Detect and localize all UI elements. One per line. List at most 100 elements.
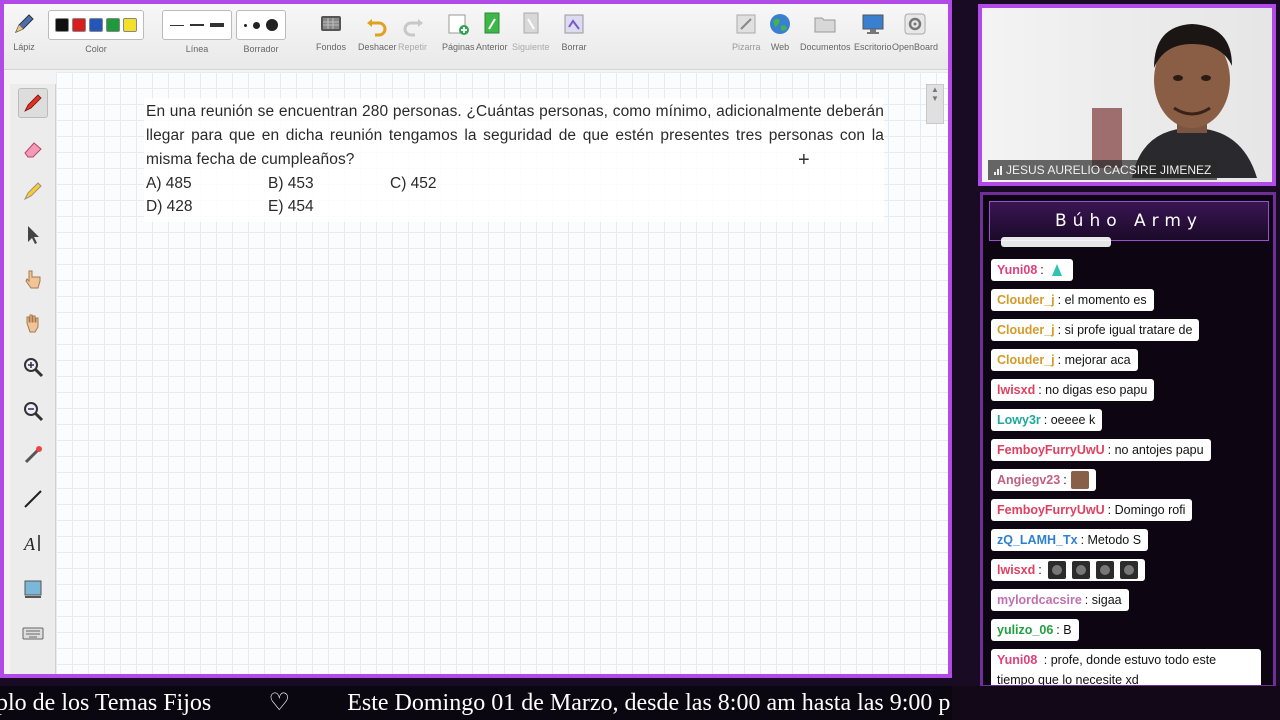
select-tool-button[interactable] (18, 220, 48, 250)
whiteboard-window: Lápiz Color Línea Borrador Fondos Deshac… (0, 0, 952, 678)
previous-page-label: Anterior (476, 42, 508, 52)
keyboard-button[interactable] (18, 618, 48, 648)
backgrounds-button[interactable]: Fondos (316, 10, 346, 52)
laser-pointer-button[interactable] (18, 440, 48, 470)
color-swatch-black[interactable] (55, 18, 69, 32)
chat-message: lwisxd : no digas eso papu (991, 379, 1155, 401)
news-ticker: plo de los Temas Fijos ♡ Este Domingo 01… (0, 686, 952, 720)
stream-layout: Lápiz Color Línea Borrador Fondos Deshac… (0, 0, 1280, 720)
chat-message: Clouder_j : si profe igual tratare de (991, 319, 1200, 341)
backgrounds-label: Fondos (316, 42, 347, 52)
openboard-label: OpenBoard (892, 42, 939, 52)
red-pen-icon (24, 94, 42, 112)
chat-text: : (1040, 263, 1044, 277)
pages-icon (444, 10, 472, 38)
text-tool-button[interactable]: A (18, 528, 48, 558)
line-label: Línea (185, 44, 209, 54)
chat-username: Angiegv23 (997, 473, 1061, 487)
color-swatch-blue[interactable] (89, 18, 103, 32)
previous-page-button[interactable]: Anterior (476, 10, 508, 52)
zoom-in-icon (24, 358, 44, 378)
chat-username: Lowy3r (997, 413, 1041, 427)
pen-icon (10, 10, 38, 38)
eraser-tool-button[interactable] (18, 134, 48, 164)
desktop-button[interactable]: Escritorio (854, 10, 892, 52)
documents-button[interactable]: Documentos (800, 10, 851, 52)
line-tool-button[interactable] (18, 484, 48, 514)
clipped-message (1001, 237, 1111, 247)
chat-message: Angiegv23 : (991, 469, 1096, 491)
option-a: A) 485 (146, 175, 192, 192)
web-button[interactable]: Web (766, 10, 794, 52)
eraser-medium-button[interactable] (253, 21, 260, 29)
backgrounds-icon (317, 10, 345, 38)
board-label: Pizarra (732, 42, 761, 52)
chat-message: Clouder_j : mejorar aca (991, 349, 1138, 371)
eraser-large-button[interactable] (266, 19, 278, 31)
line-width-options (162, 10, 232, 40)
presenter-name-tag: JESUS AURELIO CACSIRE JIMENEZ (988, 160, 1218, 180)
chat-username: Clouder_j (997, 323, 1055, 337)
capture-icon (24, 580, 42, 598)
line-medium-button[interactable] (190, 24, 204, 26)
clear-label: Borrar (561, 42, 587, 52)
photo-emote-icon (1070, 471, 1089, 489)
heart-icon: ♡ (268, 690, 290, 716)
line-width-picker: Línea (162, 10, 232, 54)
bottom-right-panel (952, 686, 1280, 720)
highlighter-tool-button[interactable] (18, 176, 48, 206)
undo-button[interactable]: Deshacer (358, 10, 397, 52)
eraser-icon (24, 142, 42, 158)
capture-tool-button[interactable] (18, 574, 48, 604)
undo-label: Deshacer (358, 42, 397, 52)
ticker-right-text: Este Domingo 01 de Marzo, desde las 8:00… (347, 690, 951, 716)
line-tool-icon (24, 490, 42, 508)
chat-username: zQ_LAMH_Tx (997, 533, 1078, 547)
previous-page-icon (478, 10, 506, 38)
zoom-in-button[interactable] (18, 352, 48, 382)
color-swatch-yellow[interactable] (123, 18, 137, 32)
chat-message: Clouder_j : el momento es (991, 289, 1154, 311)
color-swatch-green[interactable] (106, 18, 120, 32)
zoom-out-button[interactable] (18, 396, 48, 426)
chat-text: : el momento es (1057, 293, 1147, 307)
next-page-button[interactable]: Siguiente (512, 10, 550, 52)
page-scroll-handle[interactable]: ▲ ▼ (926, 84, 944, 124)
interact-tool-button[interactable] (18, 264, 48, 294)
laser-pointer-icon (24, 446, 42, 464)
chat-text: : Domingo rofi (1107, 503, 1186, 517)
color-swatch-red[interactable] (72, 18, 86, 32)
eraser-small-button[interactable] (244, 23, 247, 27)
text-tool-icon: A (23, 534, 40, 554)
chat-text: : mejorar aca (1057, 353, 1131, 367)
redo-button[interactable]: Repetir (398, 10, 427, 52)
ticker-left-text: plo de los Temas Fijos (0, 690, 212, 716)
line-thick-button[interactable] (210, 23, 224, 27)
next-page-icon (517, 10, 545, 38)
whiteboard-canvas[interactable]: En una reunión se encuentran 280 persona… (56, 72, 948, 674)
chat-text: : Metodo S (1080, 533, 1142, 547)
emote-icon (1119, 561, 1138, 579)
openboard-menu-button[interactable]: OpenBoard (892, 10, 938, 52)
pages-button[interactable]: Páginas (442, 10, 475, 52)
highlighter-icon (23, 182, 42, 201)
hand-tool-button[interactable] (18, 308, 48, 338)
chat-message: zQ_LAMH_Tx : Metodo S (991, 529, 1149, 551)
folder-icon (811, 10, 839, 38)
clear-button[interactable]: Borrar (560, 10, 588, 52)
option-c: C) 452 (390, 175, 437, 192)
board-icon (732, 10, 760, 38)
option-e: E) 454 (268, 198, 314, 215)
line-thin-button[interactable] (170, 24, 184, 26)
emote-icon (1047, 561, 1066, 579)
pen-tool[interactable]: Lápiz (10, 10, 38, 52)
chat-username: mylordcacsire (997, 593, 1082, 607)
ticker-content: plo de los Temas Fijos ♡ Este Domingo 01… (0, 686, 950, 720)
chat-text: : (1063, 473, 1067, 487)
undo-icon (363, 10, 391, 38)
chat-username: lwisxd (997, 383, 1036, 397)
board-mode-button[interactable]: Pizarra (732, 10, 761, 52)
chat-message: Yuni08 : (991, 259, 1073, 281)
chat-message: mylordcacsire : sigaa (991, 589, 1129, 611)
pen-tool-button[interactable] (18, 88, 48, 118)
